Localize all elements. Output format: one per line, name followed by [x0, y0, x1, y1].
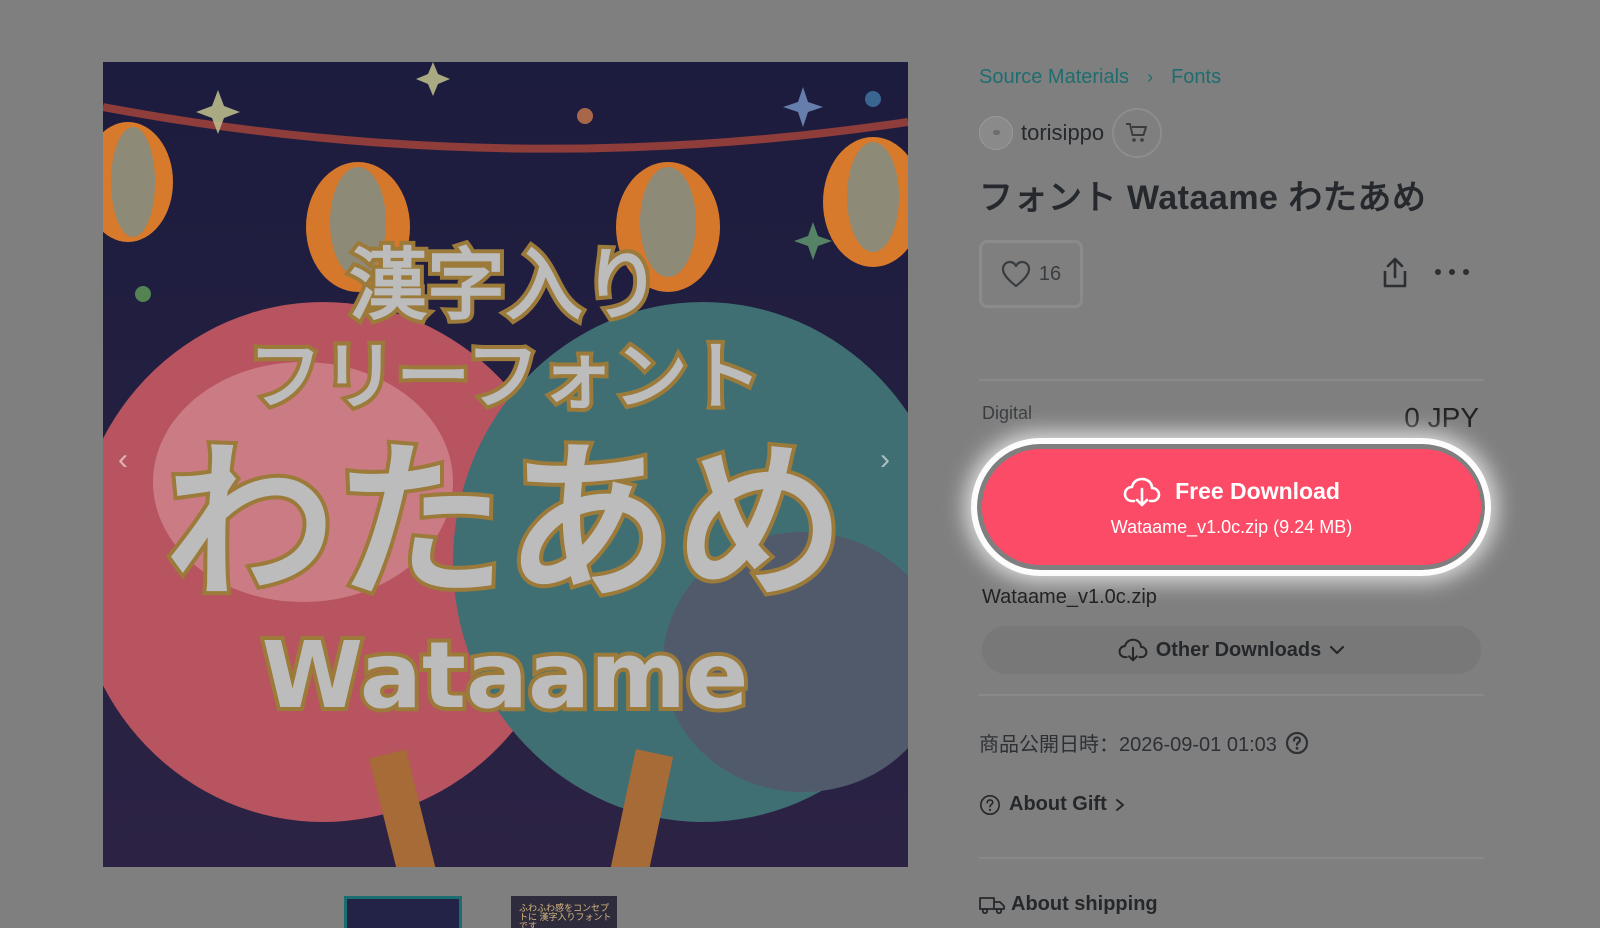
product-price: 0 JPY — [1404, 402, 1479, 433]
shop-row: torisippo — [979, 108, 1163, 158]
hero-next-arrow-icon[interactable]: › — [870, 440, 900, 480]
breadcrumb: Source Materials › Fonts — [979, 66, 1221, 89]
about-shipping-link[interactable]: About shipping — [979, 893, 1158, 916]
breadcrumb-source-materials[interactable]: Source Materials — [979, 66, 1129, 89]
heart-icon — [1001, 260, 1030, 288]
cloud-download-icon — [1118, 638, 1148, 662]
divider — [979, 857, 1484, 859]
hero-prev-arrow-icon[interactable]: ‹ — [108, 440, 138, 480]
share-icon — [1383, 257, 1407, 288]
like-button[interactable]: 16 — [979, 240, 1083, 308]
published-date-row: 商品公開日時：2026-09-01 01:03 — [979, 728, 1309, 757]
breadcrumb-fonts[interactable]: Fonts — [1171, 66, 1221, 89]
shop-avatar[interactable] — [979, 116, 1013, 150]
other-downloads-button[interactable]: Other Downloads — [982, 626, 1481, 674]
product-type-label: Digital — [982, 403, 1033, 423]
product-main-image[interactable]: 漢字入り フリーフォント わたあめ Wataame — [103, 62, 908, 867]
cloud-download-icon — [1123, 477, 1161, 506]
help-icon[interactable] — [1285, 731, 1309, 755]
hero-text-line1: 漢字入り — [349, 241, 661, 331]
divider — [979, 379, 1484, 381]
hero-text-line4: Wataame — [262, 622, 749, 729]
more-options-icon[interactable] — [1435, 262, 1469, 282]
product-title: フォント Wataame わたあめ — [979, 179, 1427, 217]
about-gift-link[interactable]: About Gift — [979, 793, 1125, 816]
cart-icon — [1126, 123, 1148, 142]
other-downloads-label: Other Downloads — [1155, 638, 1322, 661]
download-file-info: Wataame_v1.0c.zip (9.24 MB) — [1110, 516, 1353, 537]
about-shipping-label: About shipping — [1011, 893, 1158, 915]
hero-illustration: 漢字入り フリーフォント わたあめ Wataame — [103, 62, 908, 867]
published-date: 商品公開日時：2026-09-01 01:03 — [979, 734, 1277, 756]
chevron-right-icon — [1115, 798, 1124, 811]
thumbnail-1[interactable] — [344, 896, 462, 928]
like-count: 16 — [1038, 262, 1062, 285]
product-info-panel: Source Materials › Fonts torisippo フォント … — [979, 0, 1484, 928]
download-file-name: Wataame_v1.0c.zip — [982, 586, 1157, 608]
truck-icon — [979, 896, 1005, 914]
shop-name[interactable]: torisippo — [1021, 120, 1104, 146]
about-gift-label: About Gift — [1009, 793, 1107, 815]
share-button[interactable] — [1377, 255, 1413, 291]
question-circle-icon — [980, 794, 1000, 815]
divider — [979, 694, 1484, 696]
hero-text-line2: フリーフォント — [248, 334, 762, 420]
free-download-button[interactable]: Free Download Wataame_v1.0c.zip (9.24 MB… — [982, 449, 1481, 565]
thumbnail-2[interactable]: ふわふわ感をコンセプトに 漢字入りフォントです — [511, 896, 617, 928]
hero-text-line3: わたあめ — [165, 425, 845, 623]
free-download-label: Free Download — [1175, 478, 1340, 504]
shop-cart-button[interactable] — [1112, 108, 1163, 158]
breadcrumb-separator-icon: › — [1147, 67, 1154, 87]
chevron-down-icon — [1330, 645, 1345, 655]
thumbnail-2-caption: ふわふわ感をコンセプトに 漢字入りフォントです — [519, 903, 612, 928]
